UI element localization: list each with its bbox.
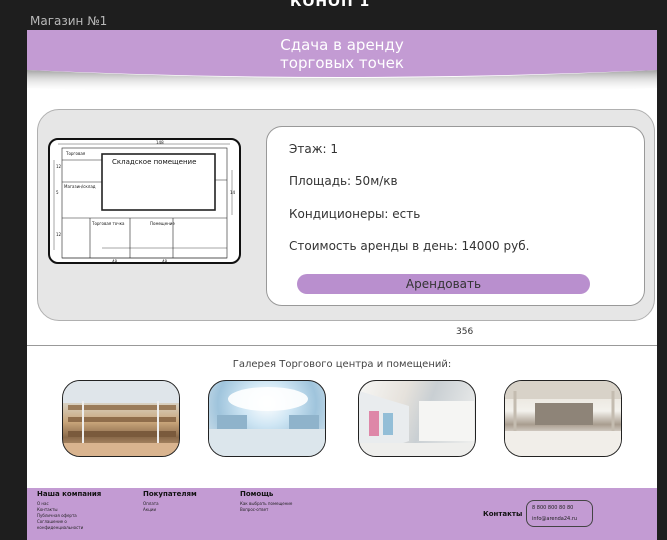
mall-atrium-image bbox=[63, 381, 179, 456]
plan-label: 48 bbox=[162, 259, 168, 264]
gallery-photo-mall-atrium[interactable] bbox=[62, 380, 180, 457]
footer-company-heading: Наша компания bbox=[37, 490, 102, 498]
header-title-line1: Сдача в аренду bbox=[280, 36, 404, 54]
header-title-line2: торговых точек bbox=[280, 54, 404, 72]
property-info-card: Этаж: 1 Площадь: 50м/кв Кондиционеры: ес… bbox=[266, 126, 645, 306]
gallery-photo-hall[interactable] bbox=[208, 380, 326, 457]
contact-phone[interactable]: 8 800 800 80 80 bbox=[532, 505, 573, 511]
footer-customers-heading: Покупателям bbox=[143, 490, 197, 498]
rent-button[interactable]: Арендовать bbox=[297, 274, 590, 294]
divider bbox=[27, 345, 657, 346]
floor-plan[interactable]: Складское помещение Торговая Магазин/скл… bbox=[48, 138, 241, 264]
empty-hall-image bbox=[505, 381, 621, 456]
contact-email[interactable]: info@arenda24.ru bbox=[532, 516, 577, 522]
plan-label: 48 bbox=[112, 259, 118, 264]
price-info: Стоимость аренды в день: 14000 руб. bbox=[289, 239, 530, 253]
page: Сдача в аренду торговых точек Складское … bbox=[27, 30, 657, 540]
contact-box: 8 800 800 80 80 info@arenda24.ru bbox=[526, 500, 593, 527]
gallery-title: Галерея Торгового центра и помещений: bbox=[232, 359, 452, 370]
plan-label: 5 bbox=[56, 190, 59, 195]
floor-info: Этаж: 1 bbox=[289, 142, 339, 156]
footer-link-payment[interactable]: Оплата bbox=[143, 501, 159, 506]
frame-label: Магазин №1 bbox=[30, 14, 108, 28]
footer-help-heading: Помощь bbox=[240, 490, 274, 498]
plan-main-label: Складское помещение bbox=[112, 158, 197, 166]
plan-label: 14 bbox=[230, 190, 236, 195]
footer-link-offer[interactable]: Публичная оферта bbox=[37, 513, 77, 518]
footer-link-how-to-choose[interactable]: Как выбрать помещение bbox=[240, 501, 292, 506]
gallery-photo-empty-hall[interactable] bbox=[504, 380, 622, 457]
hall-image bbox=[209, 387, 325, 456]
contacts-label: Контакты bbox=[483, 510, 523, 518]
footer-link-contacts[interactable]: Контакты bbox=[37, 507, 58, 512]
footer: Наша компания О нас Контакты Публичная о… bbox=[27, 488, 657, 540]
plan-label: Помещение bbox=[150, 221, 175, 226]
area-info: Площадь: 50м/кв bbox=[289, 174, 398, 188]
plan-label: Торговая bbox=[66, 151, 86, 156]
property-panel: Складское помещение Торговая Магазин/скл… bbox=[37, 109, 655, 321]
page-number: 356 bbox=[456, 327, 474, 337]
footer-link-promotions[interactable]: Акции bbox=[143, 507, 156, 512]
plan-label: Магазин/склад bbox=[64, 184, 96, 189]
plan-label: 148 bbox=[156, 140, 164, 145]
plan-label: Торговая точка bbox=[92, 221, 125, 226]
top-cutoff-text: КОНОП 1 bbox=[290, 0, 371, 10]
header-title: Сдача в аренду торговых точек bbox=[27, 36, 657, 72]
footer-link-about[interactable]: О нас bbox=[37, 501, 49, 506]
footer-link-privacy[interactable]: Соглашение о bbox=[37, 519, 67, 524]
footer-link-faq[interactable]: Вопрос-ответ bbox=[240, 507, 268, 512]
plan-label: 12 bbox=[56, 164, 62, 169]
header: Сдача в аренду торговых точек bbox=[27, 30, 657, 90]
footer-link-privacy-2[interactable]: конфиденциальности bbox=[37, 525, 83, 530]
storefront-image bbox=[359, 391, 475, 456]
gallery-photo-storefront[interactable] bbox=[358, 380, 476, 457]
ac-info: Кондиционеры: есть bbox=[289, 207, 421, 221]
plan-label: 12 bbox=[56, 232, 62, 237]
